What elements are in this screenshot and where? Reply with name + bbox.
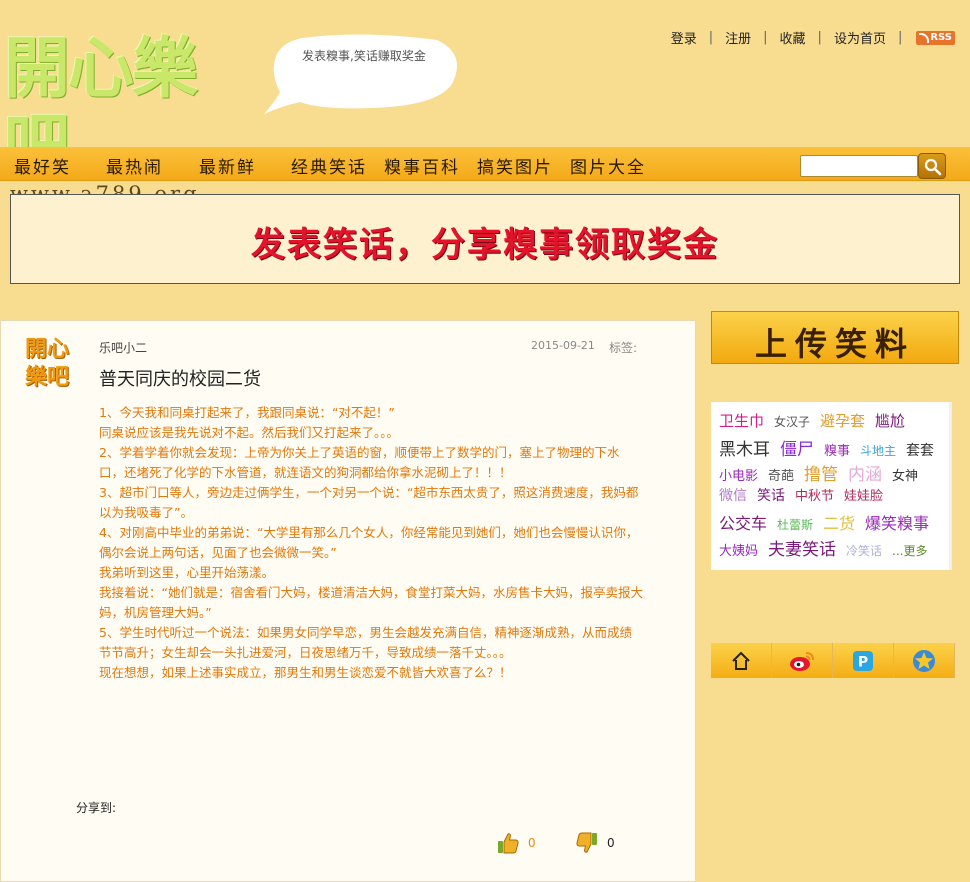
tag-link[interactable]: 微信: [719, 485, 747, 505]
tag-link[interactable]: 夫妻笑话: [768, 535, 836, 560]
tags-label: 标签:: [609, 341, 638, 355]
post-paragraph: 4、对刚高中毕业的弟弟说：“大学里有那么几个女人，你经常能见到她们，她们也会慢慢…: [99, 525, 639, 560]
tag-link[interactable]: 笑话: [757, 485, 785, 505]
login-link[interactable]: 登录: [671, 28, 697, 47]
tag-link[interactable]: 避孕套: [820, 410, 865, 431]
tag-link[interactable]: 杜蕾斯: [777, 516, 813, 533]
tag-link[interactable]: 撸管: [804, 460, 838, 485]
nav-item-classic-jokes[interactable]: 经典笑话: [291, 153, 367, 178]
vote-down-button[interactable]: 0: [575, 831, 615, 855]
post-paragraph: 1、今天我和同桌打起来了，我跟同桌说：“对不起！”: [99, 405, 395, 420]
tag-row: 公交车 杜蕾斯 二货 爆笑糗事: [719, 510, 941, 535]
vote-up-count: 0: [528, 836, 536, 850]
back-to-top-button[interactable]: [711, 643, 772, 678]
separator: |: [708, 30, 714, 45]
tag-row: 大姨妈 夫妻笑话 冷笑话 ...更多: [719, 535, 941, 560]
tag-link[interactable]: 套套: [906, 440, 934, 460]
tag-cloud: 卫生巾 女汉子 避孕套 尴尬 黑木耳 僵尸 糗事 斗地主 套套 小电影 奇葩 撸管 内涵 女神 微信 笑话 中秋…: [711, 402, 952, 570]
tag-row: 黑木耳 僵尸 糗事 斗地主 套套: [719, 435, 941, 460]
tag-link[interactable]: 女汉子: [774, 413, 810, 430]
avatar-line: 開心: [25, 336, 70, 362]
register-link[interactable]: 注册: [725, 28, 751, 47]
separator: |: [763, 30, 768, 45]
share-pengyou-button[interactable]: P: [833, 643, 894, 678]
bookmark-link[interactable]: 收藏: [780, 28, 806, 47]
vote-up-button[interactable]: 0: [496, 831, 536, 855]
tag-row: 微信 笑话 中秋节 娃娃脸: [719, 485, 941, 510]
promo-banner[interactable]: 发表笑话，分享糗事领取奖金: [10, 194, 960, 284]
article-panel: 開心 樂吧 乐吧小二 2015-09-21 标签: 普天同庆的校园二货 1、今天…: [0, 320, 696, 882]
thumbs-up-icon: [498, 833, 519, 854]
search-input[interactable]: [800, 155, 918, 177]
author-name[interactable]: 乐吧小二: [99, 339, 147, 356]
nav-item-hottest[interactable]: 最热闹: [106, 153, 163, 178]
tag-link[interactable]: 公交车: [719, 510, 767, 534]
nav-item-newest[interactable]: 最新鲜: [199, 153, 256, 178]
upload-jokes-button[interactable]: 上传笑料: [711, 311, 959, 364]
tag-link[interactable]: 大姨妈: [719, 540, 758, 559]
post-paragraph: 5、学生时代听过一个说法：如果男女同学早恋，男生会越发充满自信，精神逐渐成熟，从…: [99, 625, 632, 660]
tag-row: 卫生巾 女汉子 避孕套 尴尬: [719, 410, 941, 435]
tag-link[interactable]: 二货: [823, 510, 855, 534]
tag-link[interactable]: 奇葩: [768, 465, 794, 484]
home-up-icon: [732, 651, 750, 670]
tag-link[interactable]: 冷笑话: [846, 542, 882, 559]
banner-text: 发表笑话，分享糗事领取奖金: [251, 225, 719, 265]
weibo-icon: [790, 651, 814, 671]
vote-down-count: 0: [607, 836, 615, 850]
tag-link[interactable]: 尴尬: [875, 410, 905, 431]
set-homepage-link[interactable]: 设为首页: [834, 28, 886, 47]
tag-link[interactable]: 黑木耳: [719, 435, 770, 460]
pengyou-icon: P: [853, 650, 873, 671]
search-button[interactable]: [918, 153, 946, 179]
tag-link[interactable]: 卫生巾: [719, 410, 764, 431]
separator: |: [817, 30, 822, 45]
tag-link[interactable]: ...更多: [892, 542, 927, 559]
nav-item-funny-pics[interactable]: 搞笑图片: [477, 153, 553, 178]
share-qzone-button[interactable]: [894, 643, 955, 678]
qzone-icon: [913, 649, 935, 672]
post-paragraph: 3、超市门口等人，旁边走过俩学生，一个对另一个说：“超市东西太贵了，照这消费速度…: [99, 485, 639, 520]
post-title[interactable]: 普天同庆的校园二货: [99, 365, 261, 391]
tag-link[interactable]: 女神: [892, 465, 918, 484]
top-links: 登录 | 注册 | 收藏 | 设为首页 | RSS: [671, 28, 955, 47]
nav-item-embarrassing[interactable]: 糗事百科: [384, 153, 460, 178]
separator: |: [897, 30, 903, 45]
post-date: 2015-09-21: [531, 339, 595, 352]
post-paragraph: 我弟听到这里，心里开始荡漾。: [99, 565, 275, 580]
post-body: 1、今天我和同桌打起来了，我跟同桌说：“对不起！” 同桌说应该是我先说对不起。然…: [99, 403, 644, 683]
tag-link[interactable]: 糗事: [824, 440, 850, 459]
nav-item-pic-gallery[interactable]: 图片大全: [570, 153, 646, 178]
tag-link[interactable]: 爆笑糗事: [865, 510, 929, 534]
share-weibo-button[interactable]: [772, 643, 833, 678]
svg-text:P: P: [858, 654, 868, 670]
upload-label: 上传笑料: [754, 325, 915, 363]
nav-item-funniest[interactable]: 最好笑: [14, 153, 71, 178]
rss-icon[interactable]: RSS: [916, 30, 955, 45]
tag-row: 小电影 奇葩 撸管 内涵 女神: [719, 460, 941, 485]
post-paragraph: 2、学着学着你就会发现：上帝为你关上了英语的窗，顺便带上了数学的门，塞上了物理的…: [99, 445, 620, 480]
tag-link[interactable]: 中秋节: [795, 485, 834, 504]
post-paragraph: 同桌说应该是我先说对不起。然后我们又打起来了。。。: [99, 425, 400, 440]
tag-link[interactable]: 娃娃脸: [844, 485, 883, 504]
avatar[interactable]: 開心 樂吧: [25, 335, 77, 391]
share-label: 分享到:: [76, 801, 117, 815]
tag-link[interactable]: 内涵: [848, 460, 882, 485]
site-logo[interactable]: 開心樂吧 www.a789.org: [4, 30, 244, 206]
post-paragraph: 我接着说：“她们就是：宿舍看门大妈，楼道清洁大妈，食堂打菜大妈，水房售卡大妈，报…: [99, 585, 643, 620]
tag-link[interactable]: 僵尸: [780, 435, 814, 460]
post-paragraph: 现在想想，如果上述事实成立，那男生和男生谈恋爱不就皆大欢喜了么？！: [99, 665, 512, 680]
thumbs-down-icon: [576, 832, 597, 853]
avatar-line: 樂吧: [25, 364, 70, 390]
tag-link[interactable]: 斗地主: [860, 442, 896, 459]
main-nav: 最好笑 最热闹 最新鲜 经典笑话 糗事百科 搞笑图片 图片大全: [0, 147, 970, 181]
tag-link[interactable]: 小电影: [719, 465, 758, 484]
bubble-text: 发表糗事,笑话赚取奖金: [302, 49, 426, 63]
share-icon-bar: P: [711, 643, 956, 678]
search-icon: [924, 158, 942, 176]
